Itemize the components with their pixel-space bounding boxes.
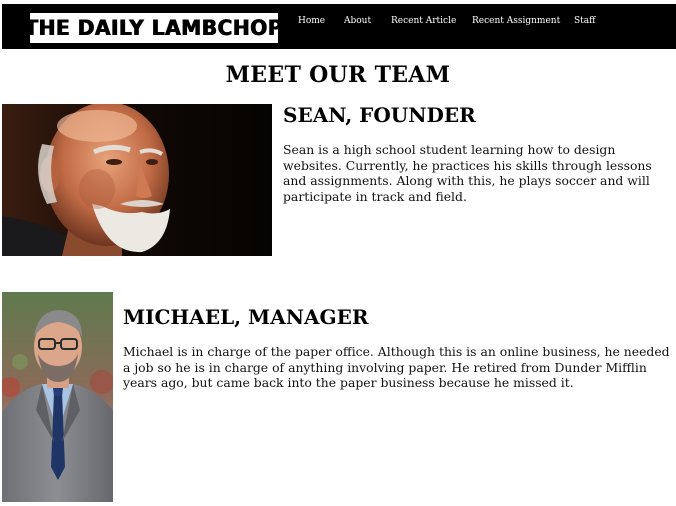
page-title: MEET OUR TEAM bbox=[225, 62, 451, 88]
sean-heading: SEAN, FOUNDER bbox=[283, 103, 476, 127]
logo-text: THE DAILY LAMBCHOP bbox=[24, 16, 284, 40]
michael-heading: MICHAEL, MANAGER bbox=[123, 305, 369, 329]
nav-link-home[interactable]: Home bbox=[298, 16, 325, 26]
michael-photo bbox=[2, 292, 113, 502]
nav-link-about[interactable]: About bbox=[344, 16, 371, 26]
michael-bio-line: Michael is in charge of the paper office… bbox=[123, 344, 670, 359]
michael-bio-line: years ago, but came back into the paper … bbox=[123, 375, 574, 390]
site-logo[interactable]: THE DAILY LAMBCHOP bbox=[25, 13, 283, 43]
sean-photo bbox=[2, 104, 272, 256]
michael-bio-line: a job so he is in charge of anything inv… bbox=[123, 359, 647, 375]
site-header: THE DAILY LAMBCHOP Home About Recent Art… bbox=[2, 4, 676, 49]
nav-link-staff[interactable]: Staff bbox=[574, 16, 596, 26]
michael-bio: Michael is in charge of the paper office… bbox=[123, 344, 676, 391]
sean-bio: Sean is a high school student learning h… bbox=[283, 142, 652, 204]
page: THE DAILY LAMBCHOP Home About Recent Art… bbox=[0, 0, 676, 506]
nav-link-recent-article[interactable]: Recent Article bbox=[391, 16, 456, 26]
nav-link-recent-assignment[interactable]: Recent Assignment bbox=[472, 16, 560, 26]
